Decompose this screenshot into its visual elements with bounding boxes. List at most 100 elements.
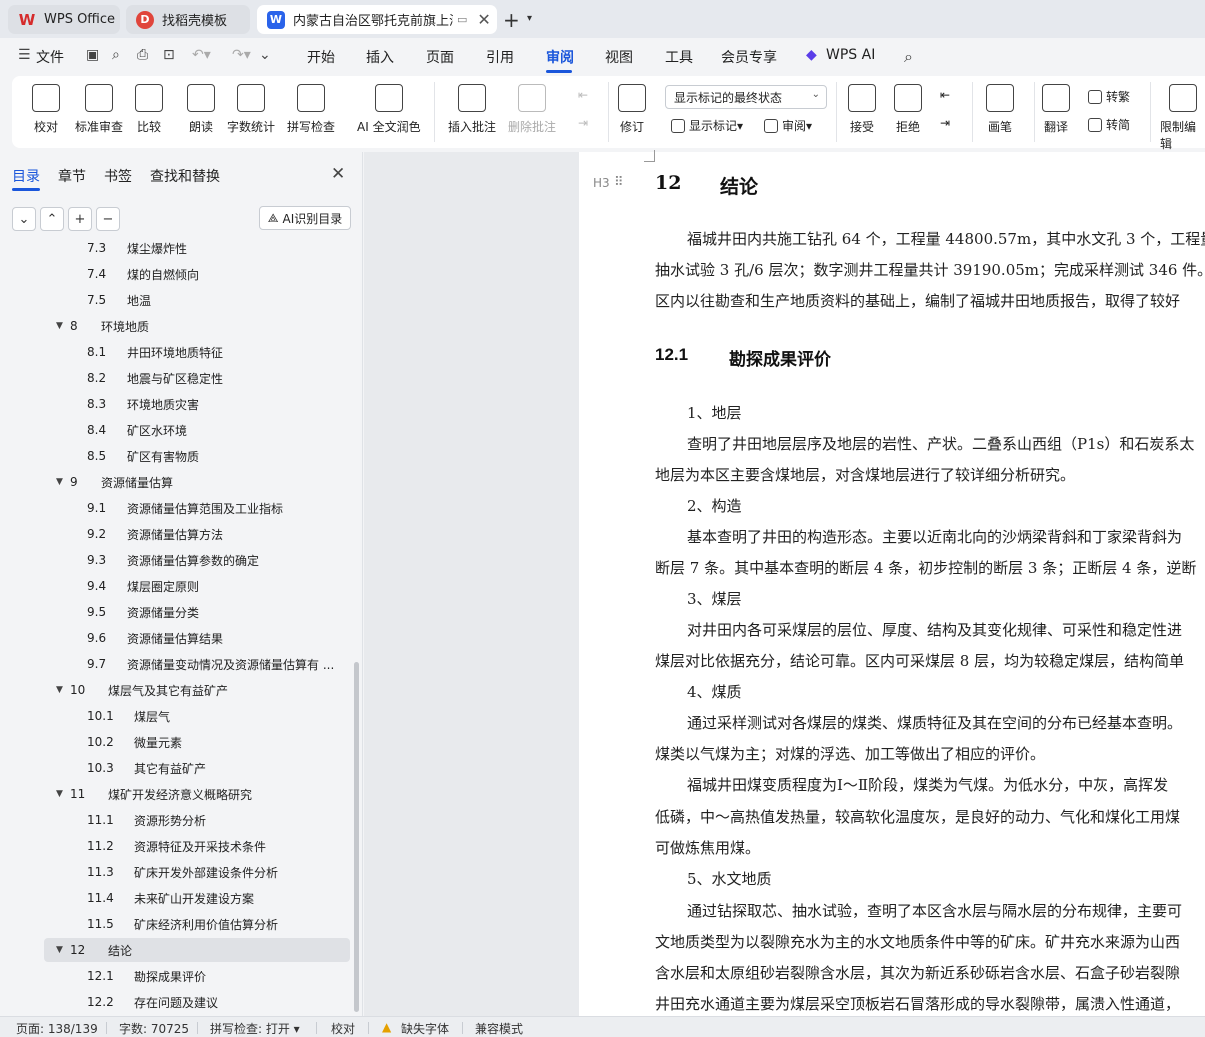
toc-item[interactable]: 9.3 资源储量估算参数的确定 [0,548,352,572]
new-tab-icon[interactable]: + [503,8,520,32]
expand-arrow-icon[interactable]: ▼ [56,945,63,955]
pen-button[interactable]: 画笔 [986,84,1014,135]
toc-item[interactable]: 10.3 其它有益矿产 [0,756,352,780]
spell-check-button[interactable]: 拼写检查 [287,84,335,135]
standard-review-button[interactable]: 标准审查 [75,84,123,135]
restrict-edit-button[interactable]: 限制编辑 [1160,84,1205,152]
expand-arrow-icon[interactable]: ▼ [56,477,63,487]
toc-item[interactable]: 11.5 矿床经济利用价值估算分析 [0,912,352,936]
toc-item[interactable]: 11.3 矿床开发外部建设条件分析 [0,860,352,884]
close-tab-icon[interactable]: ✕ [477,10,490,29]
menu-insert[interactable]: 插入 [366,47,394,67]
spell-check-indicator[interactable]: 拼写检查: 打开 ▾ [210,1020,300,1037]
markup-mode-select[interactable]: 显示标记的最终状态 ⌄ [665,85,827,109]
read-aloud-button[interactable]: 朗读 [187,84,215,135]
heading-level-badge[interactable]: H3 [593,176,610,190]
compare-button[interactable]: 比较 [135,84,163,135]
menu-tools[interactable]: 工具 [665,47,693,67]
insert-comment-button[interactable]: 插入批注 [448,84,496,135]
proofread-button[interactable]: 校对 [32,84,60,135]
close-panel-icon[interactable]: ✕ [331,164,345,184]
expand-arrow-icon[interactable]: ▼ [56,321,63,331]
toc-item[interactable]: 12.2 存在问题及建议 [0,990,352,1014]
delete-comment-button[interactable]: 删除批注 [508,84,556,135]
toc-item[interactable]: 9.1 资源储量估算范围及工业指标 [0,496,352,520]
drag-handle-icon[interactable]: ⠿ [614,175,623,190]
missing-font-indicator[interactable]: 缺失字体 [401,1020,449,1037]
show-markup-button[interactable]: 显示标记 ▾ [671,117,743,134]
toc-item[interactable]: 9.7 资源储量变动情况及资源储量估算有 ... [0,652,352,676]
toc-item[interactable]: 9.4 煤层圈定原则 [0,574,352,598]
toc-item[interactable]: 9.5 资源储量分类 [0,600,352,624]
panel-tab-find-replace[interactable]: 查找和替换 [150,166,220,186]
next-change-icon[interactable]: ⇥ [940,116,950,130]
toc-item[interactable]: ▼ 10 煤层气及其它有益矿产 [0,678,352,702]
toc-item[interactable]: 12.1 勘探成果评价 [0,964,352,988]
toc-item[interactable]: 7.5 地温 [0,288,352,312]
toc-item[interactable]: ▼ 9 资源储量估算 [0,470,352,494]
toc-item[interactable]: ▼ 8 环境地质 [0,314,352,338]
proofread-indicator[interactable]: 校对 [331,1020,355,1037]
screen-icon[interactable]: ▭ [457,13,467,26]
tab-document[interactable]: W 内蒙古自治区鄂托克前旗上海 ▭ ✕ [257,5,497,34]
toc-item[interactable]: ▼ 12 结论 [44,938,350,962]
prev-comment-icon[interactable]: ⇤ [578,88,588,102]
menu-home[interactable]: 开始 [307,47,335,67]
toc-item[interactable]: 8.1 井田环境地质特征 [0,340,352,364]
toc-item[interactable]: ▼ 11 煤矿开发经济意义概略研究 [0,782,352,806]
menu-file[interactable]: 文件 [36,47,64,67]
panel-tab-bookmarks[interactable]: 书签 [104,166,132,186]
collapse-all-button[interactable]: ⌄ [12,207,36,231]
review-pane-button[interactable]: 审阅 ▾ [764,117,812,134]
toc-item[interactable]: 11.1 资源形势分析 [0,808,352,832]
remove-heading-button[interactable]: − [96,207,120,231]
undo-icon[interactable]: ↶▾ [192,47,211,63]
toc-item[interactable]: 9.2 资源储量估算方法 [0,522,352,546]
redo-icon[interactable]: ↷▾ [232,47,251,63]
expand-arrow-icon[interactable]: ▼ [56,685,63,695]
toc-scrollbar[interactable] [354,662,359,1012]
export-icon[interactable]: ⌕ [112,47,120,63]
toc-item[interactable]: 8.5 矿区有害物质 [0,444,352,468]
menu-member[interactable]: 会员专享 [721,47,777,67]
translate-button[interactable]: 翻译 [1042,84,1070,135]
toc-item[interactable]: 8.4 矿区水环境 [0,418,352,442]
ai-polish-button[interactable]: AI 全文润色 [357,84,421,135]
more-chevron-icon[interactable]: ⌄ [259,47,271,63]
page-indicator[interactable]: 页面: 138/139 [16,1020,98,1037]
menu-wps-ai[interactable]: WPS AI [826,47,875,63]
expand-arrow-icon[interactable]: ▼ [56,789,63,799]
print-icon[interactable]: ⎙ [137,47,148,63]
menu-page[interactable]: 页面 [426,47,454,67]
reject-button[interactable]: 拒绝 [894,84,922,135]
print-preview-icon[interactable]: ⊡ [163,47,175,63]
menu-references[interactable]: 引用 [486,47,514,67]
accept-button[interactable]: 接受 [848,84,876,135]
toc-item[interactable]: 8.2 地震与矿区稳定性 [0,366,352,390]
menu-view[interactable]: 视图 [605,47,633,67]
to-traditional-button[interactable]: 转繁 [1088,88,1130,105]
panel-tab-sections[interactable]: 章节 [58,166,86,186]
track-changes-button[interactable]: 修订 [618,84,646,135]
compat-mode-indicator[interactable]: 兼容模式 [475,1020,523,1037]
toc-item[interactable]: 7.4 煤的自燃倾向 [0,262,352,286]
toc-item[interactable]: 10.2 微量元素 [0,730,352,754]
search-icon[interactable]: ⌕ [904,47,913,67]
toc-item[interactable]: 8.3 环境地质灾害 [0,392,352,416]
toc-item[interactable]: 10.1 煤层气 [0,704,352,728]
document-page[interactable] [579,152,1205,1016]
prev-change-icon[interactable]: ⇤ [940,88,950,102]
hamburger-icon[interactable]: ☰ [18,47,31,63]
tab-wps-office[interactable]: W WPS Office [8,5,120,34]
add-heading-button[interactable]: + [68,207,92,231]
ai-toc-button[interactable]: ⟁ AI识别目录 [259,206,351,230]
panel-tab-toc[interactable]: 目录 [12,166,40,186]
word-count-button[interactable]: 字数统计 [227,84,275,135]
save-icon[interactable]: ▣ [86,47,99,63]
expand-button[interactable]: ⌃ [40,207,64,231]
toc-item[interactable]: 7.3 煤尘爆炸性 [0,240,352,260]
to-simplified-button[interactable]: 转简 [1088,116,1130,133]
menu-review[interactable]: 审阅 [546,47,574,67]
toc-item[interactable]: 11.4 未来矿山开发建设方案 [0,886,352,910]
toc-item[interactable]: 9.6 资源储量估算结果 [0,626,352,650]
